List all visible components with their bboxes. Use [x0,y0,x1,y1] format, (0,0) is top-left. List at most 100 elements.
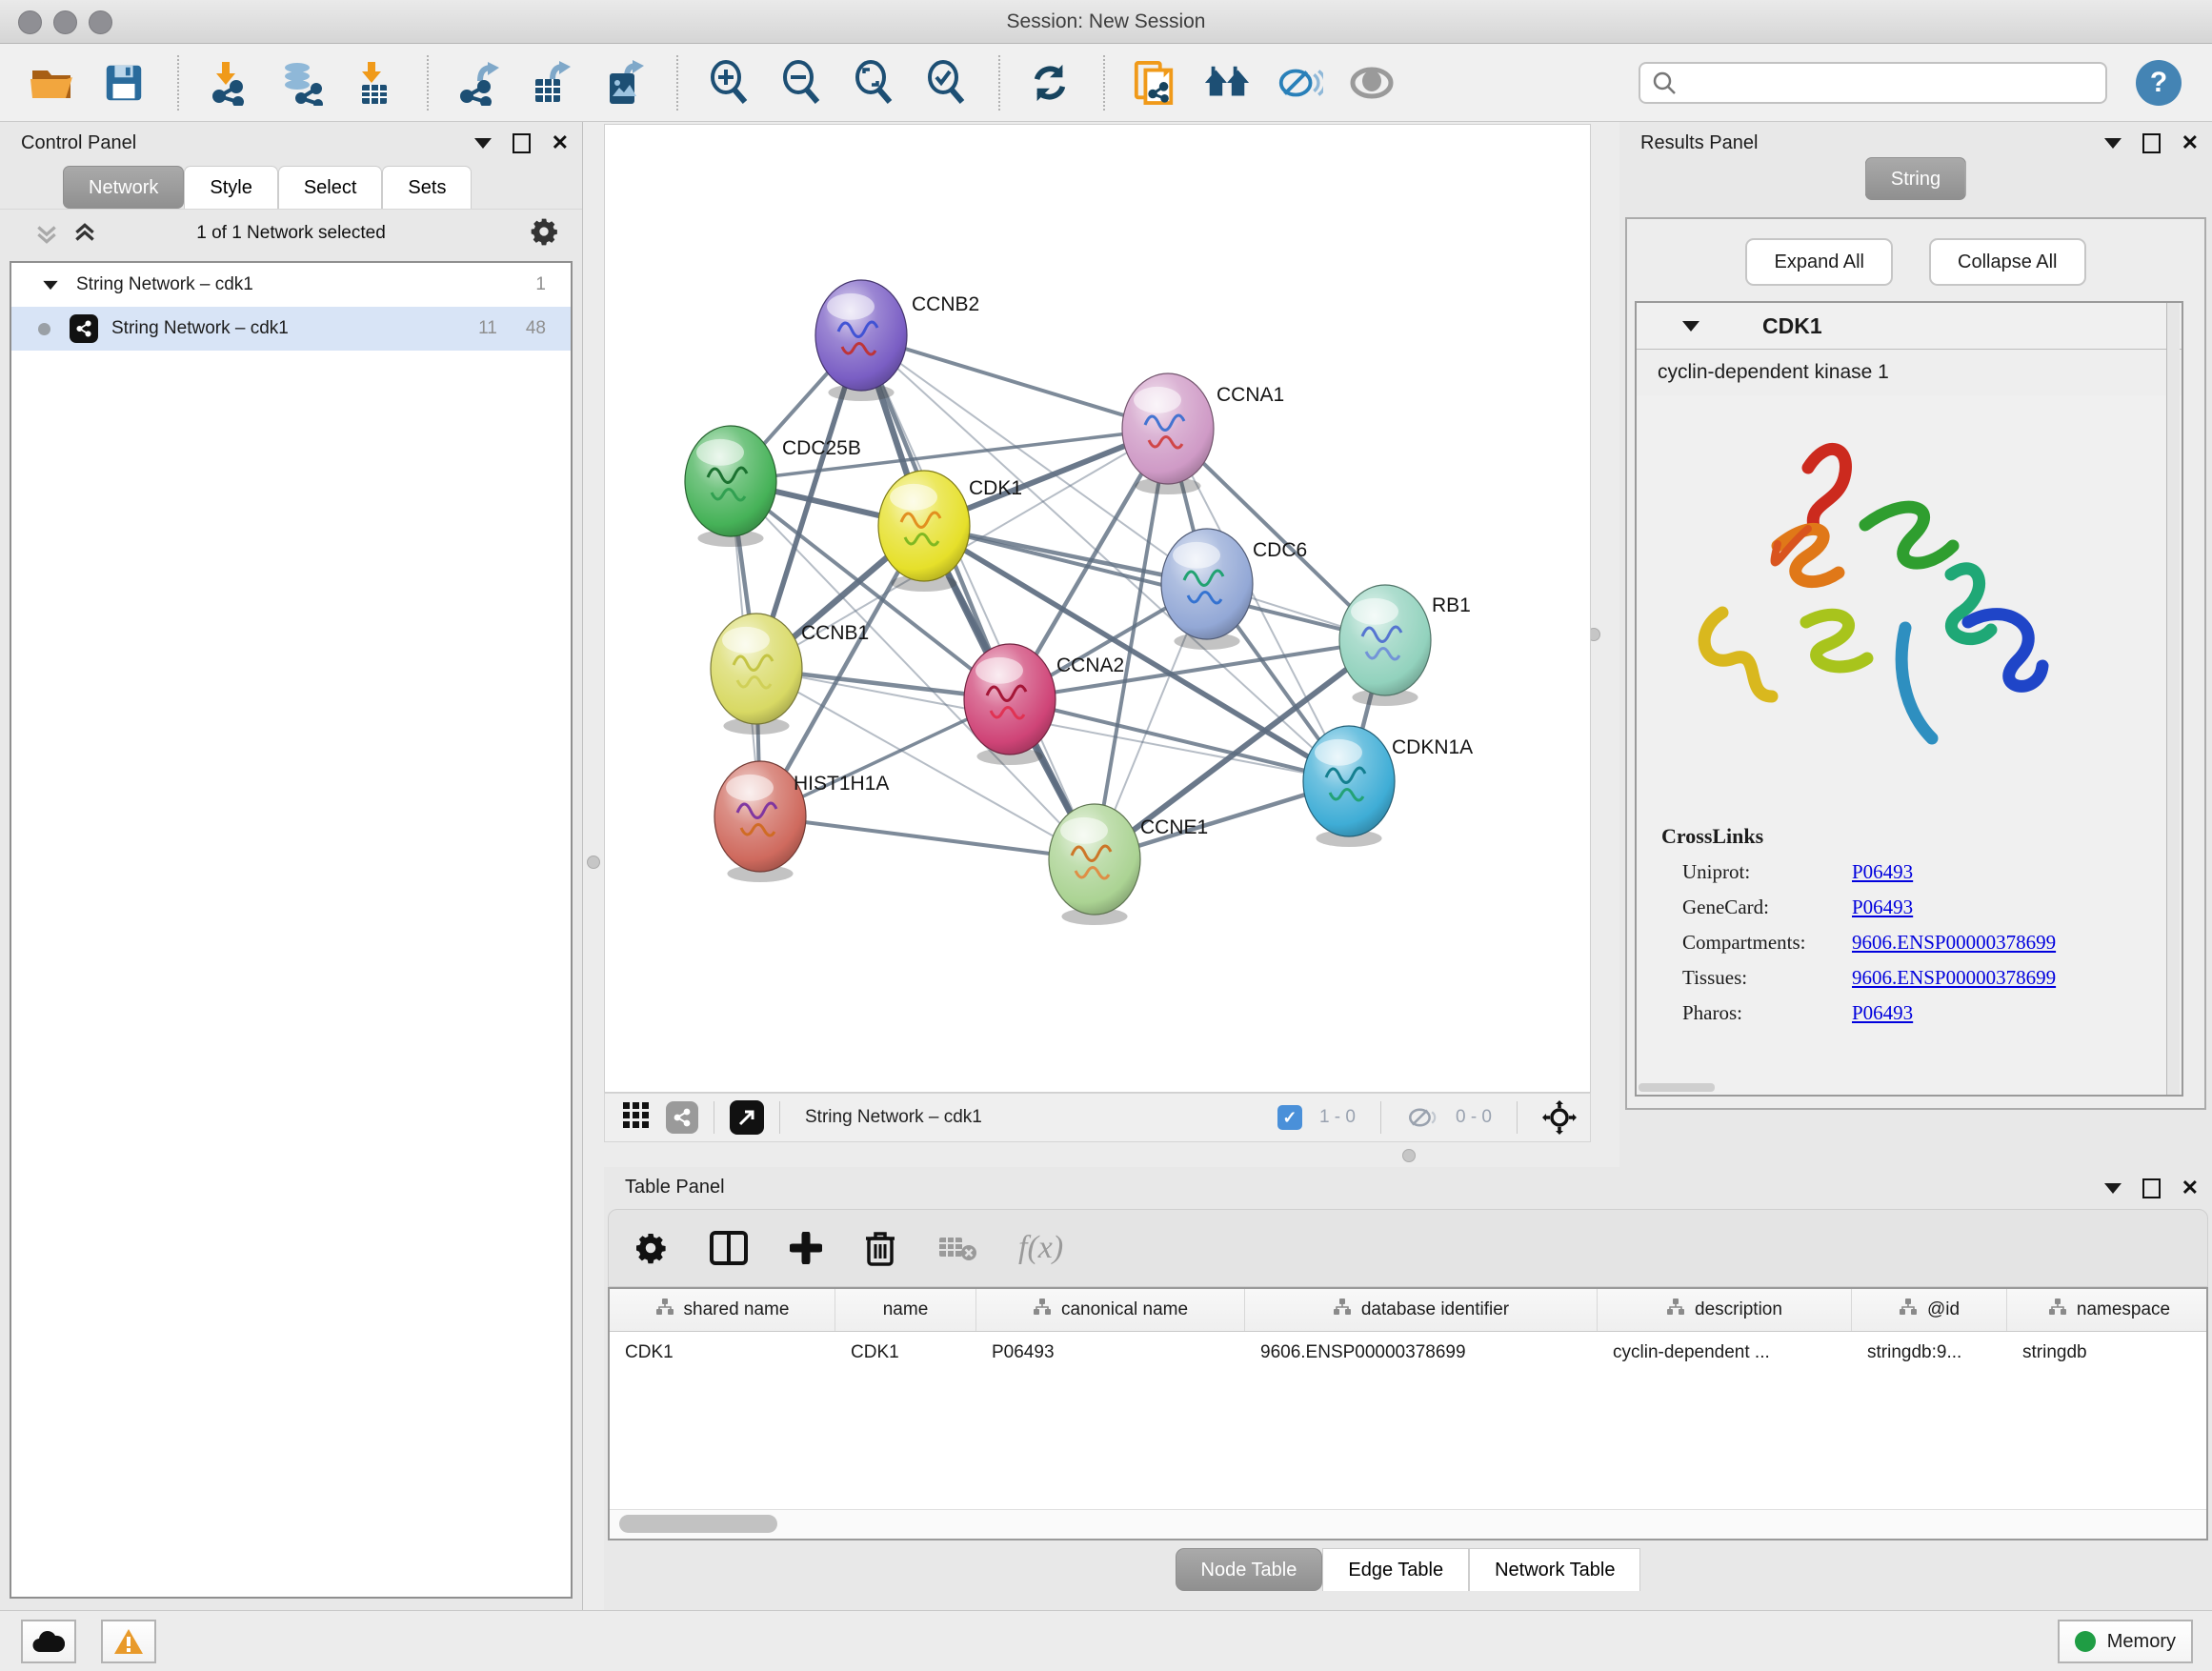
panel-menu-icon[interactable] [2104,1183,2122,1194]
table-cell[interactable]: stringdb [2007,1332,2208,1374]
table-cell[interactable]: P06493 [976,1332,1245,1374]
crosslink-link[interactable]: 9606.ENSP00000378699 [1852,966,2056,990]
panel-float-icon[interactable] [2142,1178,2161,1198]
left-splitter[interactable] [583,122,604,1143]
column-header--id[interactable]: @id [1852,1289,2007,1331]
graph-node-CDK1[interactable] [878,471,970,592]
panel-menu-icon[interactable] [2104,138,2122,149]
tab-network[interactable]: Network [63,166,184,209]
graph-node-CCNB2[interactable] [815,280,907,401]
graph-node-CDC25B[interactable] [685,426,776,547]
collapse-all-icon[interactable] [34,221,59,246]
graph-node-CCNA2[interactable] [964,644,1056,765]
table-horizontal-scrollbar[interactable] [610,1509,2206,1539]
fit-content-icon[interactable] [1542,1100,1577,1135]
delete-column-icon[interactable] [864,1230,896,1266]
export-table-button[interactable] [526,58,575,108]
tab-network-table[interactable]: Network Table [1469,1548,1640,1591]
table-row[interactable]: CDK1CDK1P064939606.ENSP00000378699cyclin… [610,1332,2206,1374]
import-network-file-button[interactable] [204,58,253,108]
hidden-eye-icon[interactable] [1406,1104,1438,1131]
column-header-database-identifier[interactable]: database identifier [1245,1289,1598,1331]
splitter-handle[interactable] [587,856,600,869]
string-home-button[interactable] [1202,58,1252,108]
graph-node-HIST1H1A[interactable] [714,761,806,882]
string-copy-network-button[interactable] [1130,58,1179,108]
splitter-handle[interactable] [1402,1149,1416,1162]
column-header-namespace[interactable]: namespace [2007,1289,2208,1331]
protein-section-header[interactable]: CDK1 [1637,303,2182,349]
zoom-out-button[interactable] [775,58,825,108]
function-builder-button[interactable]: f(x) [1018,1230,1063,1266]
tab-style[interactable]: Style [184,166,277,209]
graph-edge-CDK1-RB1[interactable] [924,526,1385,640]
table-cell[interactable]: 9606.ENSP00000378699 [1245,1332,1598,1374]
memory-button[interactable]: Memory [2058,1620,2193,1663]
network-collection-row[interactable]: String Network – cdk1 1 [11,263,571,307]
network-canvas[interactable]: CCNB2CCNA1CDC25BCDK1CDC6RB1CCNB1CCNA2CDK… [604,124,1591,1093]
panel-close-icon[interactable]: ✕ [2182,1178,2199,1198]
graph-node-CCNA1[interactable] [1122,373,1214,494]
panel-close-icon[interactable]: ✕ [2182,132,2199,153]
import-network-database-button[interactable] [276,58,326,108]
tab-sets[interactable]: Sets [382,166,472,209]
zoom-selected-button[interactable] [920,58,970,108]
selected-checkbox-icon[interactable]: ✓ [1277,1105,1302,1130]
panel-close-icon[interactable]: ✕ [552,132,569,153]
graph-node-RB1[interactable] [1339,585,1431,706]
birdseye-button[interactable] [622,1101,651,1135]
graph-node-CCNE1[interactable] [1049,804,1140,925]
results-vertical-scrollbar[interactable] [2166,303,2180,1095]
tab-edge-table[interactable]: Edge Table [1322,1548,1469,1591]
table-gear-icon[interactable] [633,1231,668,1265]
panel-float-icon[interactable] [513,133,531,153]
column-header-name[interactable]: name [835,1289,976,1331]
crosslink-link[interactable]: P06493 [1852,860,1913,884]
graph-edge-CCNB2-CCNE1[interactable] [861,335,1095,859]
add-column-icon[interactable] [790,1232,822,1264]
graph-edge-HIST1H1A-CCNE1[interactable] [760,816,1095,859]
scrollbar-thumb[interactable] [619,1515,777,1533]
help-button[interactable]: ? [2136,60,2182,106]
expand-all-icon[interactable] [72,221,97,246]
tab-node-table[interactable]: Node Table [1176,1548,1323,1591]
delete-table-icon[interactable] [938,1234,976,1262]
save-session-button[interactable] [99,58,149,108]
panel-menu-icon[interactable] [474,138,492,149]
crosslink-link[interactable]: P06493 [1852,896,1913,919]
crosslink-link[interactable]: 9606.ENSP00000378699 [1852,931,2056,955]
results-horizontal-scrollbar[interactable] [1639,1083,1715,1092]
show-columns-icon[interactable] [710,1231,748,1265]
table-cell[interactable]: cyclin-dependent ... [1598,1332,1852,1374]
table-cell[interactable]: CDK1 [835,1332,976,1374]
table-cell[interactable]: stringdb:9... [1852,1332,2007,1374]
tab-string[interactable]: String [1865,157,1966,200]
column-header-shared-name[interactable]: shared name [610,1289,835,1331]
graph-node-CDKN1A[interactable] [1303,726,1395,847]
network-graph[interactable]: CCNB2CCNA1CDC25BCDK1CDC6RB1CCNB1CCNA2CDK… [605,125,1590,1090]
warning-button[interactable] [101,1620,156,1663]
cloud-button[interactable] [21,1620,76,1663]
right-splitter[interactable] [1591,122,1619,1143]
crosslink-link[interactable]: P06493 [1852,1001,1913,1025]
expand-all-button[interactable]: Expand All [1745,238,1893,286]
graph-edge-CCNB2-CCNA1[interactable] [861,335,1168,429]
import-table-button[interactable] [349,58,398,108]
collection-expand-icon[interactable] [43,280,57,289]
section-expand-icon[interactable] [1682,321,1699,332]
search-input[interactable] [1686,71,2105,94]
zoom-fit-button[interactable] [848,58,897,108]
export-network-button[interactable] [453,58,503,108]
string-hide-images-button[interactable] [1275,58,1324,108]
collapse-all-button[interactable]: Collapse All [1929,238,2086,286]
export-image-button[interactable] [598,58,648,108]
graph-node-CCNB1[interactable] [711,614,802,735]
column-header-canonical-name[interactable]: canonical name [976,1289,1245,1331]
refresh-button[interactable] [1025,58,1075,108]
open-in-new-window-button[interactable] [730,1100,764,1135]
panel-float-icon[interactable] [2142,133,2161,153]
network-options-button[interactable] [529,216,559,252]
string-show-images-button[interactable] [1347,58,1397,108]
tab-select[interactable]: Select [278,166,383,209]
table-cell[interactable]: CDK1 [610,1332,835,1374]
